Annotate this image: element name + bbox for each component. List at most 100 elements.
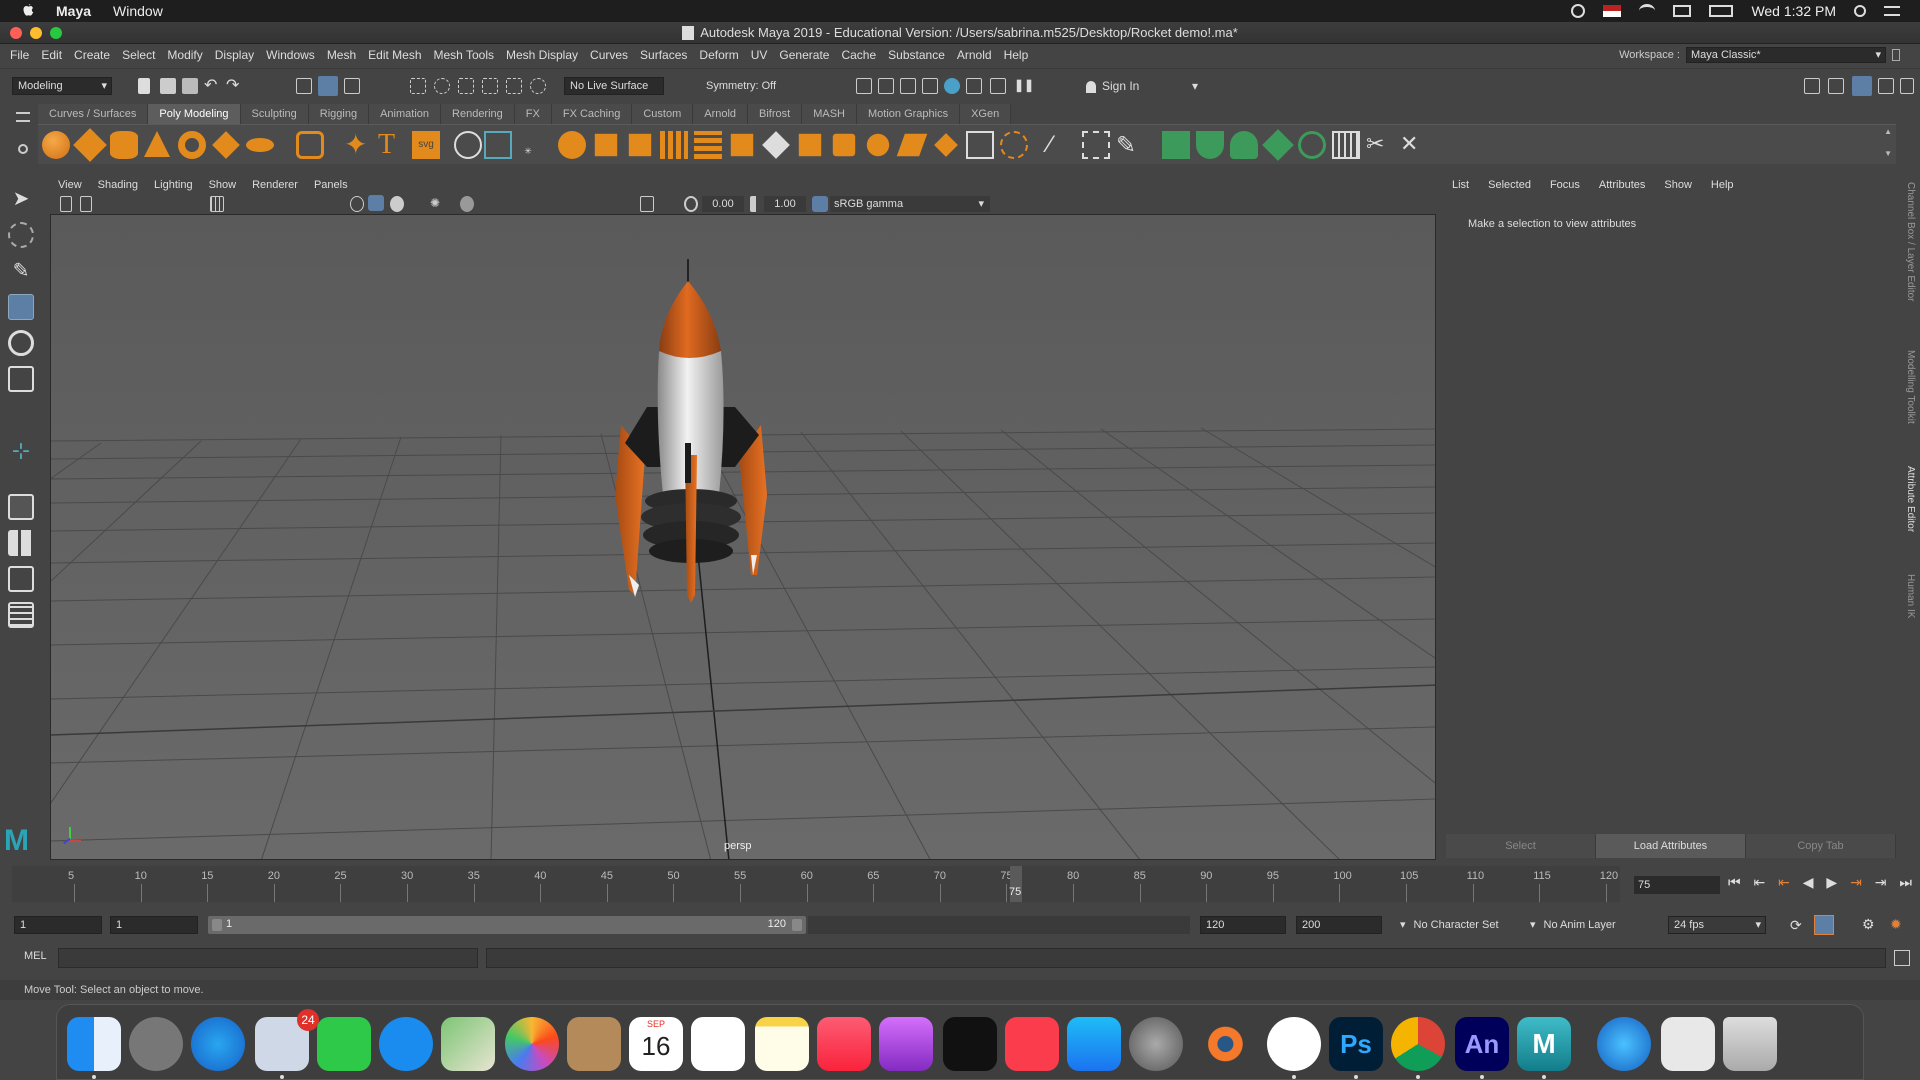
viewport-menu-view[interactable]: View: [58, 179, 82, 191]
control-center-icon[interactable]: [1884, 6, 1900, 16]
multi-cut-icon[interactable]: [966, 131, 994, 159]
lasso-tool-icon[interactable]: [8, 222, 34, 248]
shelf-tab-fx[interactable]: FX: [514, 104, 552, 124]
go-to-end-icon[interactable]: ⏭: [1899, 874, 1912, 894]
ae-copy-tab-button[interactable]: Copy Tab: [1746, 834, 1896, 858]
side-tab-attribute-editor[interactable]: Attribute Editor: [1902, 466, 1916, 566]
poly-cylinder-icon[interactable]: [110, 131, 138, 159]
new-scene-icon[interactable]: [138, 78, 150, 94]
select-object-icon[interactable]: [318, 76, 338, 96]
slide-edge-icon[interactable]: [1082, 131, 1110, 159]
current-frame-field[interactable]: 75: [1634, 876, 1720, 894]
range-slider-end-handle[interactable]: [792, 919, 802, 931]
apple-tv-icon[interactable]: [943, 1017, 997, 1071]
smooth-shade-icon[interactable]: [368, 195, 384, 211]
menu-surfaces[interactable]: Surfaces: [640, 48, 687, 62]
menu-set-dropdown[interactable]: Modeling ▾: [12, 77, 112, 95]
apple-icon[interactable]: [20, 3, 36, 19]
step-forward-key-icon[interactable]: ⇥: [1850, 874, 1862, 894]
snap-vertex-icon[interactable]: [530, 78, 546, 94]
range-slider-start-handle[interactable]: [212, 919, 222, 931]
bookmark-icon[interactable]: [80, 196, 92, 212]
trash-icon[interactable]: [1723, 1017, 1777, 1071]
viewport-menu-lighting[interactable]: Lighting: [154, 179, 193, 191]
render-settings-icon[interactable]: [922, 78, 938, 94]
sign-in-button[interactable]: Sign In ▾: [1086, 77, 1198, 95]
type-tool-icon[interactable]: T: [378, 131, 406, 159]
symmetry-dropdown[interactable]: Symmetry: Off: [700, 77, 800, 95]
scene-end-field[interactable]: 200: [1296, 916, 1382, 934]
menu-edit[interactable]: Edit: [41, 48, 62, 62]
bevel-icon[interactable]: [832, 133, 856, 157]
blender-icon[interactable]: [1193, 1017, 1247, 1071]
spotlight-search-icon[interactable]: [1854, 5, 1866, 17]
menu-cache[interactable]: Cache: [841, 48, 876, 62]
single-perspective-layout-icon[interactable]: [8, 494, 34, 520]
color-management-icon[interactable]: [812, 196, 828, 212]
snap-point-icon[interactable]: [458, 78, 474, 94]
uv-unfold-icon[interactable]: [1298, 131, 1326, 159]
grid-toggle-icon[interactable]: [210, 196, 224, 212]
exposure-field[interactable]: 0.00: [702, 196, 744, 212]
shelf-tab-xgen[interactable]: XGen: [960, 104, 1012, 124]
menu-display[interactable]: Display: [215, 48, 254, 62]
wifi-icon[interactable]: [1639, 4, 1656, 18]
perspective-viewport[interactable]: [50, 214, 1436, 860]
channel-box-toggle-icon[interactable]: [1878, 78, 1894, 94]
boolean-icon[interactable]: [660, 131, 688, 159]
pause-icon[interactable]: ❚❚: [1014, 78, 1034, 94]
contacts-icon[interactable]: [567, 1017, 621, 1071]
chrome-icon[interactable]: [1391, 1017, 1445, 1071]
step-forward-frame-icon[interactable]: ⇥: [1875, 874, 1887, 894]
mail-icon[interactable]: 24: [255, 1009, 319, 1071]
center-pivot-icon[interactable]: ✳: [514, 131, 542, 159]
quad-draw-icon[interactable]: ✎: [1116, 131, 1144, 159]
exposure-icon[interactable]: [684, 196, 698, 212]
shelf-tab-poly-modeling[interactable]: Poly Modeling: [148, 104, 241, 124]
gamma-field[interactable]: 1.00: [764, 196, 806, 212]
rotate-tool-icon[interactable]: [8, 330, 34, 356]
go-to-start-icon[interactable]: ⏮: [1728, 874, 1741, 894]
menu-uv[interactable]: UV: [751, 48, 768, 62]
viewport-menu-renderer[interactable]: Renderer: [252, 179, 298, 191]
shelf-tab-curves-surfaces[interactable]: Curves / Surfaces: [38, 104, 149, 124]
hypershade-icon[interactable]: [944, 78, 960, 94]
side-tab-human-ik[interactable]: Human IK: [1902, 574, 1916, 634]
render-view-icon[interactable]: [966, 78, 982, 94]
ae-load-attributes-button[interactable]: Load Attributes: [1596, 834, 1746, 858]
ae-menu-focus[interactable]: Focus: [1550, 179, 1580, 191]
gamma-icon[interactable]: [750, 196, 762, 212]
time-slider[interactable]: 5 10 15 20 25 30 35 40 45 50 55 60 65 70 75 80 85 90 95 100…: [12, 866, 1620, 902]
menu-select[interactable]: Select: [122, 48, 155, 62]
attribute-editor-toggle-icon[interactable]: [1828, 78, 1844, 94]
viewport-menu-shading[interactable]: Shading: [98, 179, 138, 191]
uv-sew-icon[interactable]: ✕: [1400, 131, 1428, 159]
select-component-icon[interactable]: [344, 78, 360, 94]
network-globe-icon[interactable]: [1597, 1017, 1651, 1071]
mac-menu-window[interactable]: Window: [113, 3, 163, 19]
photos-icon[interactable]: [505, 1017, 559, 1071]
news-icon[interactable]: [1005, 1017, 1059, 1071]
shelf-tab-sculpting[interactable]: Sculpting: [240, 104, 309, 124]
svg-tool-icon[interactable]: svg: [412, 131, 440, 159]
uv-automatic-icon[interactable]: [1262, 129, 1294, 161]
poly-torus-icon[interactable]: [178, 131, 206, 159]
step-back-key-icon[interactable]: ⇤: [1778, 874, 1790, 894]
launchpad-icon[interactable]: [129, 1017, 183, 1071]
auto-key-icon[interactable]: [1814, 915, 1834, 935]
animate-icon[interactable]: An: [1455, 1017, 1509, 1071]
extrude-icon[interactable]: [762, 131, 790, 159]
viewport-menu-panels[interactable]: Panels: [314, 179, 348, 191]
render-frame-icon[interactable]: [856, 78, 872, 94]
live-surface-field[interactable]: No Live Surface: [564, 77, 664, 95]
four-view-layout-icon[interactable]: [8, 530, 34, 556]
shelf-tab-mash[interactable]: MASH: [802, 104, 857, 124]
shelf-tab-rigging[interactable]: Rigging: [308, 104, 370, 124]
menu-windows[interactable]: Windows: [266, 48, 315, 62]
save-scene-icon[interactable]: [182, 78, 198, 94]
music-icon[interactable]: [817, 1017, 871, 1071]
poly-disc-icon[interactable]: [246, 138, 274, 152]
side-tab-modelling-toolkit[interactable]: Modelling Toolkit: [1902, 350, 1916, 450]
paint-select-tool-icon[interactable]: ✎: [8, 258, 34, 284]
shelf-tab-animation[interactable]: Animation: [369, 104, 442, 124]
